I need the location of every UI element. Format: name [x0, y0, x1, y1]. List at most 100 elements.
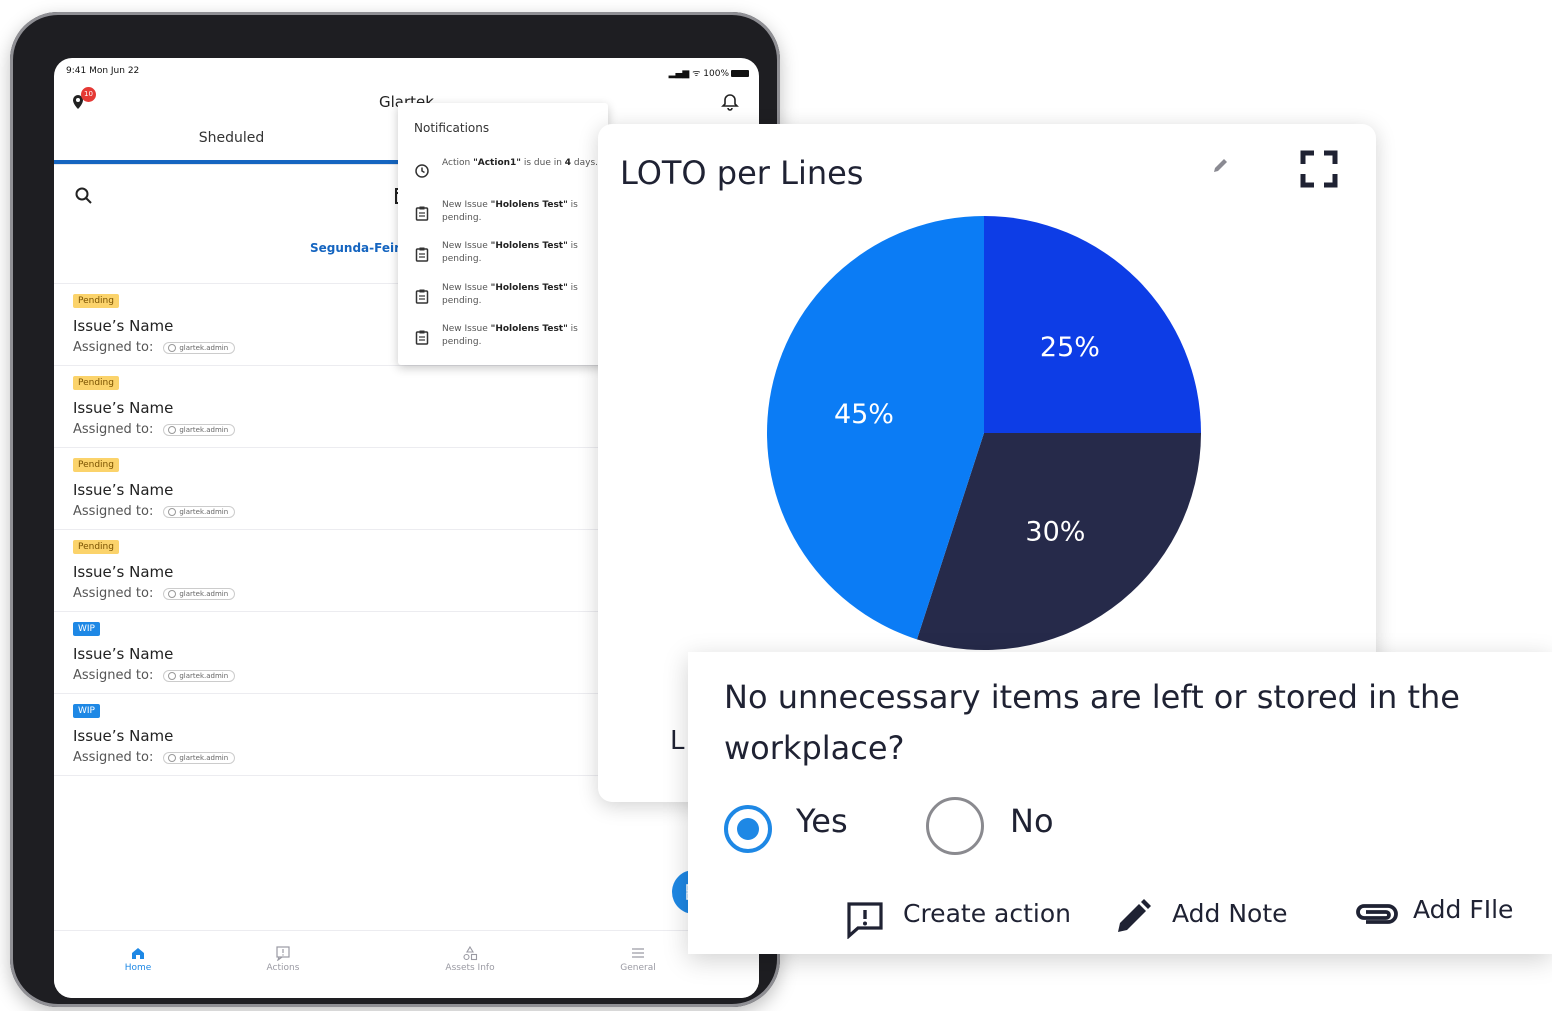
issue-name: Issue’s Name — [73, 645, 174, 663]
status-badge: WIP — [73, 704, 100, 718]
nav-home-label: Home — [124, 963, 152, 973]
nav-actions[interactable]: Actions — [223, 945, 343, 973]
create-action-icon[interactable] — [846, 901, 884, 939]
issue-name: Issue’s Name — [73, 727, 174, 745]
notification-text: Action "Action1" is due in 4 days. — [442, 157, 602, 170]
avatar-icon — [168, 589, 177, 598]
notification-text: New Issue "Hololens Test" is pending. — [442, 282, 602, 308]
clipboard-icon — [415, 330, 429, 345]
assigned-label: Assigned to: — [73, 586, 154, 601]
notification-suffix: days. — [571, 158, 599, 168]
issue-name: Issue’s Name — [73, 399, 174, 417]
assigned-to: Assigned to: glartek.admin — [73, 586, 236, 601]
notifications-title: Notifications — [414, 121, 490, 135]
signal-icon: ▂▄▆ ᯤ — [668, 69, 704, 79]
assigned-to: Assigned to: glartek.admin — [73, 750, 236, 765]
notification-item[interactable]: New Issue "Hololens Test" is pending. — [398, 238, 608, 280]
nav-general[interactable]: General — [578, 945, 698, 973]
bottom-navigation: Home Actions Assets Info General — [54, 930, 759, 998]
bell-icon[interactable] — [720, 92, 740, 112]
assigned-to: Assigned to: glartek.admin — [73, 504, 236, 519]
pie-slice-label: 25% — [1040, 332, 1100, 363]
assignee-name: glartek.admin — [179, 343, 229, 352]
notification-text: New Issue "Hololens Test" is pending. — [442, 199, 602, 225]
issue-name: Issue’s Name — [73, 563, 174, 581]
battery-percent: 100% — [703, 69, 729, 79]
assigned-to: Assigned to: glartek.admin — [73, 422, 236, 437]
notification-subject: "Hololens Test" — [490, 282, 568, 293]
notification-item[interactable]: New Issue "Hololens Test" is pending. — [398, 280, 608, 322]
assignee-chip: glartek.admin — [163, 669, 236, 682]
avatar-icon — [168, 753, 177, 762]
nav-general-label: General — [620, 963, 656, 973]
notification-text: New Issue "Hololens Test" is pending. — [442, 323, 602, 349]
paperclip-icon[interactable] — [1352, 898, 1400, 928]
battery-icon — [731, 70, 749, 77]
nav-assets-label: Assets Info — [445, 963, 495, 973]
avatar-icon — [168, 425, 177, 434]
home-icon — [132, 948, 144, 959]
fullscreen-icon[interactable] — [1300, 150, 1338, 188]
add-note-button[interactable]: Add Note — [1172, 899, 1288, 928]
radio-selected-dot — [737, 818, 759, 840]
issue-name: Issue’s Name — [73, 317, 174, 335]
clipboard-icon — [415, 247, 429, 262]
assignee-chip: glartek.admin — [163, 341, 236, 354]
actions-icon — [276, 946, 290, 961]
assigned-label: Assigned to: — [73, 668, 154, 683]
assigned-to: Assigned to: glartek.admin — [73, 668, 236, 683]
status-time: 9:41 Mon Jun 22 — [66, 66, 140, 76]
radio-no-label[interactable]: No — [1010, 802, 1054, 840]
assigned-label: Assigned to: — [73, 504, 154, 519]
clock-icon — [415, 164, 429, 178]
assigned-to: Assigned to: glartek.admin — [73, 340, 236, 355]
status-badge: WIP — [73, 622, 100, 636]
assignee-name: glartek.admin — [179, 671, 229, 680]
notification-item[interactable]: Action "Action1" is due in 4 days. — [398, 155, 608, 197]
pie-slice — [984, 216, 1201, 433]
pencil-icon[interactable] — [1114, 898, 1152, 936]
notification-subject: "Action1" — [473, 158, 521, 168]
add-file-button[interactable]: Add FIle — [1413, 895, 1513, 924]
status-badge: Pending — [73, 540, 119, 554]
tab-scheduled[interactable]: Sheduled — [54, 130, 409, 146]
create-action-button[interactable]: Create action — [903, 899, 1071, 928]
assigned-label: Assigned to: — [73, 750, 154, 765]
status-badge: Pending — [73, 294, 119, 308]
assignee-chip: glartek.admin — [163, 423, 236, 436]
nav-actions-label: Actions — [266, 963, 300, 973]
edit-pencil-icon[interactable] — [1210, 154, 1232, 176]
avatar-icon — [168, 343, 177, 352]
radio-no[interactable] — [926, 797, 984, 855]
assigned-label: Assigned to: — [73, 422, 154, 437]
assignee-name: glartek.admin — [179, 589, 229, 598]
notification-prefix: Action — [442, 158, 474, 168]
pie-slice-label: 30% — [1025, 516, 1085, 547]
notification-prefix: New Issue — [442, 199, 491, 210]
nav-assets-info[interactable]: Assets Info — [410, 945, 530, 973]
radio-yes[interactable] — [724, 805, 772, 853]
list-icon — [632, 948, 644, 958]
clipboard-icon — [415, 289, 429, 304]
status-badge: Pending — [73, 458, 119, 472]
notification-prefix: New Issue — [442, 282, 491, 293]
notification-item[interactable]: New Issue "Hololens Test" is pending. — [398, 197, 608, 239]
checklist-question-card: No unnecessary items are left or stored … — [688, 652, 1552, 954]
question-text: No unnecessary items are left or stored … — [724, 678, 1460, 767]
nav-home[interactable]: Home — [78, 945, 198, 973]
clipboard-icon — [415, 206, 429, 221]
radio-yes-label[interactable]: Yes — [796, 802, 848, 840]
notification-prefix: New Issue — [442, 324, 491, 334]
assignee-chip: glartek.admin — [163, 751, 236, 764]
assignee-chip: glartek.admin — [163, 587, 236, 600]
notification-item[interactable]: New Issue "Hololens Test" is pending. — [398, 321, 608, 363]
search-icon[interactable] — [74, 186, 94, 206]
status-badge: Pending — [73, 376, 119, 390]
notification-subject: "Hololens Test" — [490, 324, 568, 334]
pie-slice-label: 45% — [834, 399, 894, 430]
notification-subject: "Hololens Test" — [490, 241, 568, 251]
notification-middle: is due in — [520, 158, 565, 168]
assignee-name: glartek.admin — [179, 507, 229, 516]
assignee-chip: glartek.admin — [163, 505, 236, 518]
avatar-icon — [168, 671, 177, 680]
